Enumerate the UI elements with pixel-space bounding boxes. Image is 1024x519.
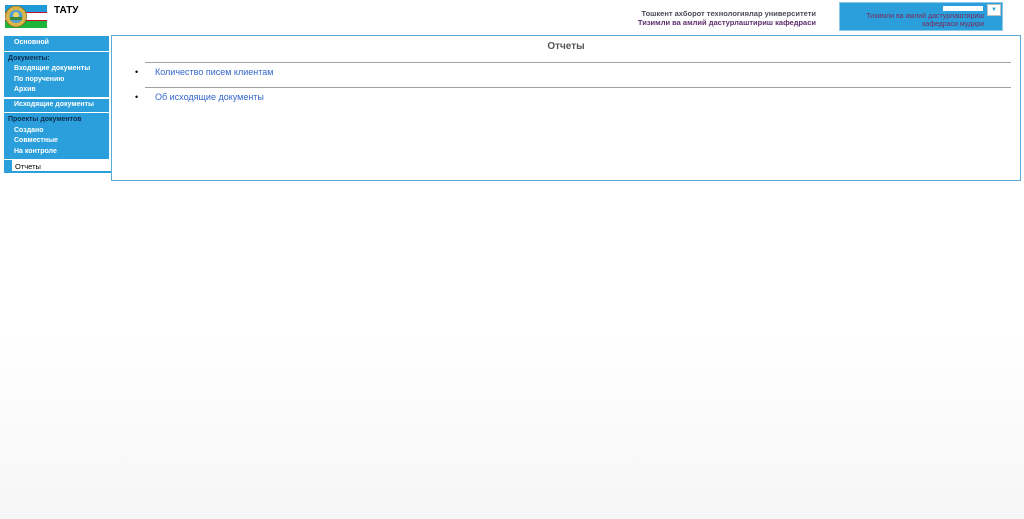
organization-line-1: Тошкент ахборот технологиялар университе… (641, 9, 816, 18)
sidebar-item-incoming[interactable]: Входящие документы (4, 64, 109, 75)
sidebar-item-by-assignment[interactable]: По поручению (4, 75, 109, 86)
sidebar-block-main: Основной (4, 36, 109, 51)
sidebar-item-main[interactable]: Основной (4, 38, 109, 49)
header: ТАТУ Тошкент ахборот технологиялар униве… (0, 0, 1024, 34)
sidebar-block-projects: Проекты документов Создано Совместные На… (4, 113, 109, 159)
sidebar-heading-projects: Проекты документов (8, 116, 82, 123)
organization-line-2: Тизимли ва амлий дастурлаштириш кафедрас… (637, 18, 816, 27)
list-item: • Количество писем клиентам (135, 62, 1011, 77)
report-link-outgoing-documents[interactable]: Об исходящие документы (155, 92, 264, 102)
sidebar-item-outgoing[interactable]: Исходящие документы (4, 100, 109, 111)
sidebar-item-on-control[interactable]: На контроле (4, 147, 109, 158)
bullet-icon: • (135, 92, 139, 102)
sidebar-divider (4, 96, 109, 99)
user-role-line-2: кафедраси мудири (922, 21, 984, 28)
main-panel: Отчеты • Количество писем клиентам • Об … (111, 35, 1021, 181)
sidebar-item-created[interactable]: Создано (4, 126, 109, 137)
sidebar-block-reports: Отчеты (4, 160, 111, 173)
sidebar-item-reports[interactable]: Отчеты (12, 160, 111, 173)
sidebar-item-archive[interactable]: Архив (4, 85, 109, 96)
report-link-client-letters[interactable]: Количество писем клиентам (155, 67, 273, 77)
organization-name: Тошкент ахборот технологиялар университе… (638, 9, 816, 27)
sidebar: Основной Документы: Входящие документы П… (4, 36, 111, 174)
user-role-line-1: Тизимли ва амлий дастурлаштириш (866, 13, 984, 20)
chevron-down-icon[interactable]: ▼ (987, 4, 1001, 16)
user-select-field[interactable] (943, 6, 983, 11)
sidebar-block-documents: Документы: Входящие документы По поручен… (4, 51, 109, 112)
app-name: ТАТУ (54, 5, 79, 16)
bullet-icon: • (135, 67, 139, 77)
user-role-label: Тизимли ва амлий дастурлаштириш кафедрас… (866, 13, 984, 29)
sidebar-heading-documents: Документы: (8, 54, 50, 62)
sidebar-item-joint[interactable]: Совместные (4, 136, 109, 147)
list-item: • Об исходящие документы (135, 87, 1011, 102)
user-role-selector[interactable]: ▼ Тизимли ва амлий дастурлаштириш кафедр… (839, 2, 1003, 31)
uzbekistan-emblem-icon (5, 5, 47, 28)
page-title: Отчеты (547, 41, 585, 52)
